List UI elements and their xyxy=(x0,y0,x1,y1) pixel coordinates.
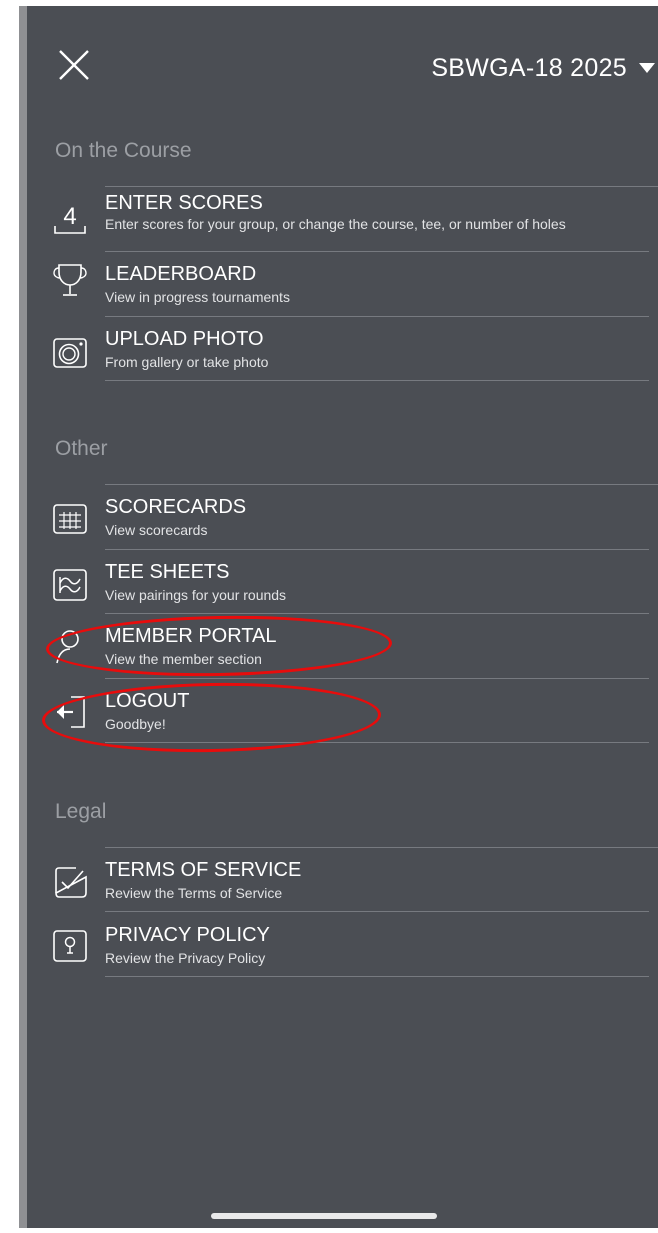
menu-item-label: TEE SHEETS xyxy=(105,561,230,583)
keyhole-icon xyxy=(53,930,87,962)
scorecard-number-icon: 4 xyxy=(54,203,86,234)
section-divider xyxy=(105,186,658,187)
menu-item-label: LOGOUT xyxy=(105,690,190,712)
section-title-on-the-course: On the Course xyxy=(55,139,192,162)
section-divider xyxy=(105,484,658,485)
checkbox-icon xyxy=(55,867,87,898)
menu-item-label: PRIVACY POLICY xyxy=(105,924,270,946)
menu-item-description: View pairings for your rounds xyxy=(105,587,287,603)
menu-item-label: MEMBER PORTAL xyxy=(105,625,277,647)
menu-item-scorecards[interactable]: SCORECARDS View scorecards xyxy=(19,496,658,548)
menu-item-terms-of-service[interactable]: TERMS OF SERVICE Review the Terms of Ser… xyxy=(19,859,658,911)
item-divider xyxy=(105,251,649,252)
menu-item-description: Enter scores for your group, or change t… xyxy=(105,216,566,232)
menu-item-upload-photo[interactable]: UPLOAD PHOTO From gallery or take photo xyxy=(19,328,658,380)
section-divider xyxy=(105,847,658,848)
menu-item-description: View in progress tournaments xyxy=(105,289,290,305)
menu-item-description: Review the Terms of Service xyxy=(105,885,283,901)
grid-icon xyxy=(53,504,87,534)
menu-item-label: SCORECARDS xyxy=(105,496,247,518)
menu-item-description: View the member section xyxy=(105,651,262,667)
menu-item-tee-sheets[interactable]: TEE SHEETS View pairings for your rounds xyxy=(19,561,658,613)
item-divider xyxy=(105,911,649,912)
menu-item-description: Review the Privacy Policy xyxy=(105,950,266,966)
item-divider xyxy=(105,549,649,550)
caret-down-icon xyxy=(639,63,655,73)
close-icon xyxy=(59,50,89,80)
item-divider xyxy=(105,678,649,679)
menu-drawer: SBWGA-18 2025 On the Course 4 ENTER SCOR… xyxy=(19,6,658,1228)
menu-item-label: LEADERBOARD xyxy=(105,263,257,285)
menu-item-description: View scorecards xyxy=(105,522,208,538)
camera-icon xyxy=(53,338,87,368)
menu-item-member-portal[interactable]: MEMBER PORTAL View the member section xyxy=(19,625,658,677)
flag-icon xyxy=(53,569,87,601)
item-divider xyxy=(105,742,649,743)
league-selector[interactable]: SBWGA-18 2025 xyxy=(431,50,658,86)
item-divider xyxy=(105,316,649,317)
scorecard-number-text: 4 xyxy=(63,203,76,230)
item-divider xyxy=(105,380,649,381)
menu-item-leaderboard[interactable]: LEADERBOARD View in progress tournaments xyxy=(19,263,658,315)
menu-item-label: ENTER SCORES xyxy=(105,192,263,214)
menu-item-label: TERMS OF SERVICE xyxy=(105,859,302,881)
trophy-icon xyxy=(53,264,87,296)
menu-item-description: Goodbye! xyxy=(105,716,166,732)
league-name: SBWGA-18 2025 xyxy=(431,53,627,82)
person-icon xyxy=(56,630,79,664)
menu-item-enter-scores[interactable]: 4 ENTER SCORES Enter scores for your gro… xyxy=(19,192,658,252)
menu-item-logout[interactable]: LOGOUT Goodbye! xyxy=(19,690,658,742)
section-title-legal: Legal xyxy=(55,800,107,823)
menu-item-privacy-policy[interactable]: PRIVACY POLICY Review the Privacy Policy xyxy=(19,924,658,976)
section-title-other: Other xyxy=(55,437,108,460)
menu-content: SBWGA-18 2025 On the Course 4 ENTER SCOR… xyxy=(19,6,658,1228)
item-divider xyxy=(105,976,649,977)
menu-item-description: From gallery or take photo xyxy=(105,354,269,370)
logout-icon xyxy=(57,696,85,728)
home-indicator[interactable] xyxy=(211,1213,437,1219)
close-button[interactable] xyxy=(57,48,91,82)
item-divider xyxy=(105,613,649,614)
menu-item-label: UPLOAD PHOTO xyxy=(105,328,264,350)
